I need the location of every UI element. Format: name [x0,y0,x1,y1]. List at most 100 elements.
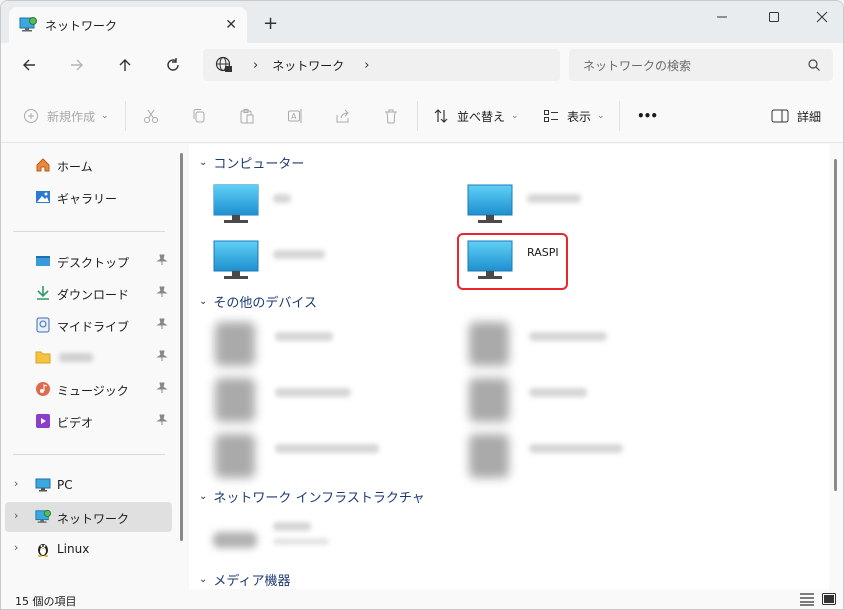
chevron-right-icon[interactable]: › [14,541,18,554]
maximize-icon [769,12,779,22]
rename-icon: A [288,109,302,123]
computer-item[interactable] [213,240,413,284]
sidebar-item-folder[interactable] [5,342,172,372]
monitor-icon [213,184,259,223]
sidebar-item-my-drive[interactable]: マイドライブ [5,310,172,340]
clipboard-icon [240,109,254,124]
item-count: 15 個の項目 [15,595,77,608]
sidebar-item-downloads[interactable]: ダウンロード [5,278,172,308]
device-item[interactable] [215,378,415,422]
blurred-name [275,332,333,341]
device-item[interactable] [215,434,415,478]
group-header-computers[interactable]: ⌄ コンピューター [199,152,304,172]
sidebar-scrollbar[interactable] [180,153,183,541]
toolbar-divider [619,101,620,131]
large-icons-view-icon[interactable] [821,592,837,606]
sidebar-item-music[interactable]: ミュージック [5,374,172,404]
plus-circle-icon [24,109,38,123]
group-header-media-devices[interactable]: ⌄ メディア機器 [199,569,290,589]
sort-button[interactable]: 並べ替え ⌄ [433,105,519,127]
breadcrumb-chevron-icon: › [253,57,259,73]
svg-text:A: A [291,112,297,121]
view-button[interactable]: 表示 ⌄ [543,105,605,127]
blurred-name [273,250,325,259]
sidebar-item-gallery[interactable]: ギャラリー [5,182,172,212]
sidebar-item-pc[interactable]: › PC [5,470,172,500]
pin-icon[interactable] [156,254,168,266]
up-button[interactable] [111,53,139,77]
cut-button[interactable] [143,105,159,127]
folder-icon [35,351,51,364]
sidebar-item-desktop[interactable]: デスクトップ [5,246,172,276]
refresh-button[interactable] [159,53,187,77]
computer-item[interactable] [467,184,667,228]
tab-network[interactable]: ネットワーク ✕ [9,7,247,43]
blurred-device-icon [469,378,509,422]
device-item[interactable] [469,378,669,422]
trash-icon [385,109,397,124]
blurred-device-icon [215,434,255,478]
new-tab-button[interactable]: + [263,13,278,34]
chevron-down-icon: ⌄ [199,295,208,307]
maximize-button[interactable] [759,7,789,27]
sidebar-divider [13,231,165,232]
tab-close-icon[interactable]: ✕ [225,17,237,33]
download-icon [37,286,49,300]
rename-button[interactable]: A [287,105,303,127]
pin-icon[interactable] [156,286,168,298]
paste-button[interactable] [239,105,255,127]
sidebar-item-linux[interactable]: › Linux [5,534,172,564]
drive-icon [36,317,50,333]
chevron-right-icon[interactable]: › [14,477,18,490]
details-pane-button[interactable]: 詳細 [771,105,821,127]
arrow-up-icon [119,59,131,71]
blurred-name [275,444,379,453]
command-bar: 新規作成 ⌄ A 並べ替え ⌄ 表示 ⌄ ••• 詳細 [1,87,843,143]
device-item[interactable] [215,322,415,366]
raspi-highlight-box [457,233,568,290]
chevron-down-icon: ⌄ [199,490,208,502]
blurred-name [529,388,587,397]
search-input[interactable]: ネットワークの検索 [569,49,833,81]
monitor-icon [213,240,259,279]
forward-button[interactable] [63,53,91,77]
computer-item[interactable] [213,184,413,228]
arrow-left-icon [23,59,35,71]
pin-icon[interactable] [156,414,168,426]
infrastructure-item[interactable] [213,516,413,560]
delete-button[interactable] [383,105,399,127]
chevron-down-icon: ⌄ [597,111,605,121]
copy-button[interactable] [191,105,207,127]
more-options-button[interactable]: ••• [637,105,658,127]
share-icon [336,109,349,123]
content-scrollbar[interactable] [834,159,837,491]
refresh-icon [167,58,179,71]
sidebar-divider [13,454,165,455]
breadcrumb-network[interactable]: ネットワーク [272,57,344,74]
back-button[interactable] [15,53,43,77]
sidebar-item-videos[interactable]: ビデオ [5,406,172,436]
pin-icon[interactable] [156,382,168,394]
minimize-button[interactable] [707,7,737,27]
breadcrumb-chevron-icon[interactable]: › [364,58,369,73]
pin-icon[interactable] [156,350,168,362]
device-item[interactable] [469,434,669,478]
sidebar-item-label: ホーム [57,160,93,174]
address-bar[interactable]: › ネットワーク › [203,49,560,81]
sidebar-item-label: ギャラリー [57,192,118,206]
new-button[interactable]: 新規作成 ⌄ [23,105,109,127]
device-item[interactable] [469,322,669,366]
scissors-icon [144,109,158,123]
navigation-bar: › ネットワーク › ネットワークの検索 [1,43,843,87]
pin-icon[interactable] [156,318,168,330]
sidebar-item-network[interactable]: › ネットワーク [5,502,172,532]
chevron-right-icon[interactable]: › [14,509,18,522]
new-label: 新規作成 [47,109,96,124]
close-button[interactable] [807,7,837,27]
group-header-other-devices[interactable]: ⌄ その他のデバイス [199,291,317,311]
sidebar-item-label: ダウンロード [57,288,130,302]
group-header-network-infrastructure[interactable]: ⌄ ネットワーク インフラストラクチャ [199,486,425,506]
details-view-icon[interactable] [799,592,815,606]
share-button[interactable] [335,105,351,127]
sidebar-item-home[interactable]: ホーム [5,150,172,180]
